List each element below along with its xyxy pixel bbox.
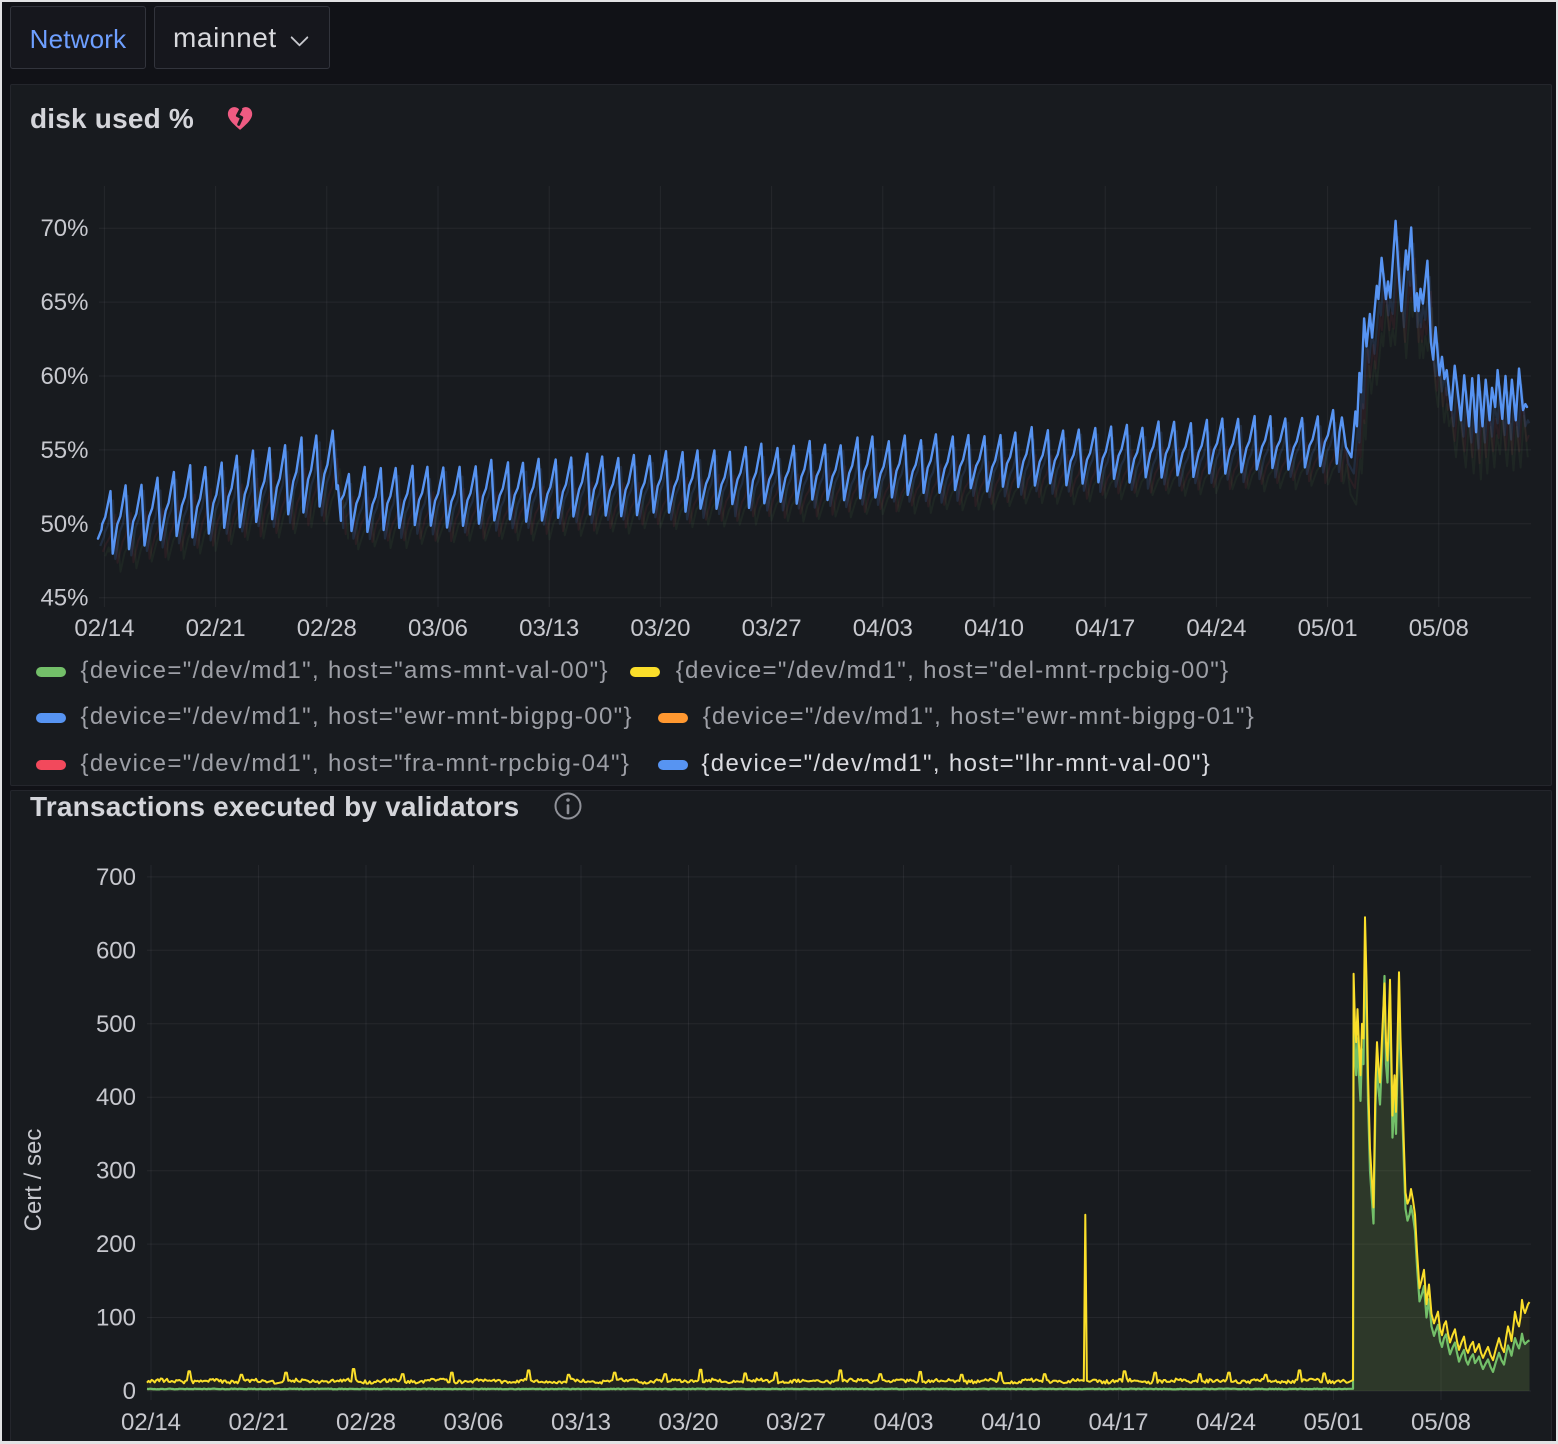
- svg-text:65%: 65%: [40, 289, 88, 316]
- svg-text:05/01: 05/01: [1303, 1409, 1363, 1436]
- svg-text:04/24: 04/24: [1196, 1409, 1256, 1436]
- svg-text:03/27: 03/27: [766, 1409, 826, 1436]
- svg-text:02/21: 02/21: [186, 615, 246, 642]
- svg-text:03/20: 03/20: [658, 1409, 718, 1436]
- svg-text:05/01: 05/01: [1298, 615, 1358, 642]
- svg-text:Cert / sec: Cert / sec: [20, 1129, 47, 1232]
- svg-text:04/03: 04/03: [873, 1409, 933, 1436]
- svg-text:04/17: 04/17: [1088, 1409, 1148, 1436]
- svg-text:55%: 55%: [40, 437, 88, 464]
- svg-text:02/14: 02/14: [74, 615, 134, 642]
- svg-text:500: 500: [96, 1011, 136, 1038]
- svg-text:45%: 45%: [40, 585, 88, 612]
- svg-text:03/20: 03/20: [630, 615, 690, 642]
- svg-text:03/27: 03/27: [742, 615, 802, 642]
- svg-text:700: 700: [96, 864, 136, 891]
- svg-text:04/03: 04/03: [853, 615, 913, 642]
- svg-text:03/06: 03/06: [408, 615, 468, 642]
- svg-text:600: 600: [96, 937, 136, 964]
- svg-text:04/10: 04/10: [981, 1409, 1041, 1436]
- svg-text:03/13: 03/13: [519, 615, 579, 642]
- svg-text:03/13: 03/13: [551, 1409, 611, 1436]
- svg-text:04/10: 04/10: [964, 615, 1024, 642]
- svg-text:300: 300: [96, 1158, 136, 1185]
- svg-text:100: 100: [96, 1305, 136, 1332]
- svg-text:04/17: 04/17: [1075, 615, 1135, 642]
- svg-text:02/28: 02/28: [297, 615, 357, 642]
- svg-text:200: 200: [96, 1231, 136, 1258]
- svg-text:05/08: 05/08: [1411, 1409, 1471, 1436]
- svg-text:02/21: 02/21: [228, 1409, 288, 1436]
- svg-text:50%: 50%: [40, 511, 88, 538]
- svg-text:05/08: 05/08: [1409, 615, 1469, 642]
- svg-text:70%: 70%: [40, 215, 88, 242]
- svg-text:60%: 60%: [40, 363, 88, 390]
- svg-text:04/24: 04/24: [1186, 615, 1246, 642]
- svg-text:400: 400: [96, 1084, 136, 1111]
- svg-text:02/14: 02/14: [121, 1409, 181, 1436]
- svg-text:03/06: 03/06: [443, 1409, 503, 1436]
- svg-text:0: 0: [123, 1378, 136, 1405]
- svg-text:02/28: 02/28: [336, 1409, 396, 1436]
